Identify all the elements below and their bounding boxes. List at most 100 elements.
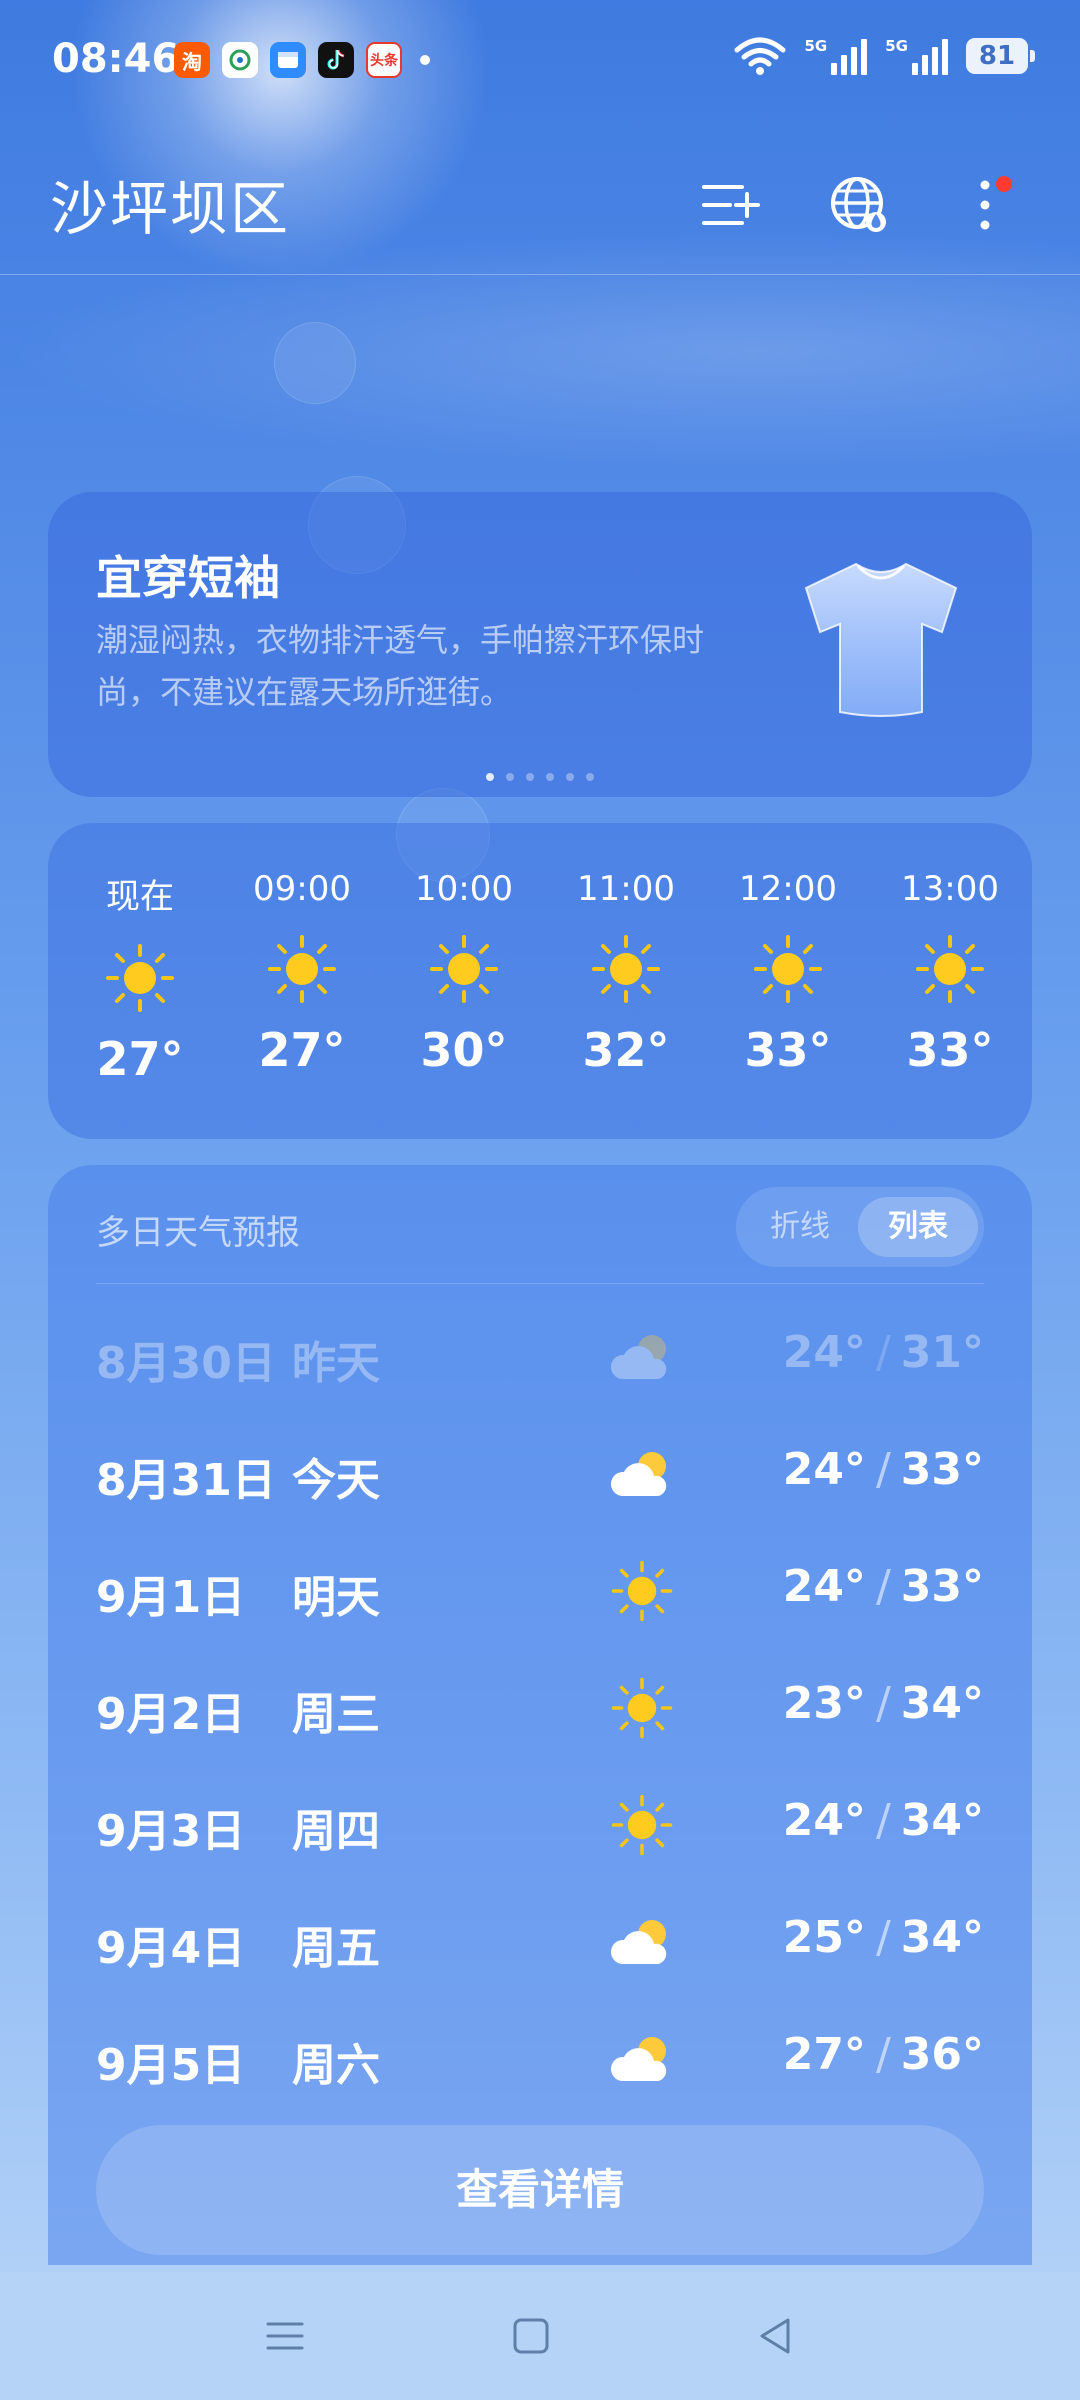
system-status-icons: 5G 5G 81 <box>733 36 1035 76</box>
daily-row[interactable]: 9月1日 明天 24°/33° <box>96 1551 984 1631</box>
daily-day: 昨天 <box>292 1338 380 1389</box>
tip-title: 宜穿短袖 <box>96 551 280 605</box>
hourly-item: 13:00 33° <box>890 869 1010 1077</box>
daily-row[interactable]: 9月3日 周四 24°/34° <box>96 1785 984 1865</box>
daily-date: 9月4日 <box>96 1923 246 1974</box>
clothing-tip-card[interactable]: 宜穿短袖 潮湿闷热，衣物排汗透气，手帕擦汗环保时尚，不建议在露天场所逛街。 <box>48 492 1032 797</box>
sun-icon <box>611 1794 673 1856</box>
home-square-icon <box>513 2318 549 2354</box>
more-vertical-icon <box>980 180 990 230</box>
view-details-button[interactable]: 查看详情 <box>96 2125 984 2255</box>
daily-row[interactable]: 8月30日 昨天 24°/31° <box>96 1317 984 1397</box>
wifi-icon <box>734 37 785 75</box>
hourly-time: 09:00 <box>253 869 351 909</box>
signal-bars-icon <box>831 39 868 75</box>
global-weather-button[interactable] <box>824 170 894 240</box>
daily-day: 周四 <box>292 1806 380 1857</box>
pager-dot <box>506 773 514 781</box>
daily-temp-range: 24°/33° <box>782 1561 984 1612</box>
status-bar: 08:46 淘 头条 5G 5G 81 <box>0 0 1080 120</box>
bokeh-orb <box>274 322 356 404</box>
hourly-item: 10:00 30° <box>404 869 524 1077</box>
hourly-temp: 27° <box>96 1032 184 1086</box>
daily-date: 9月1日 <box>96 1572 246 1623</box>
tip-pager <box>48 773 1032 781</box>
toutiao-icon: 头条 <box>366 42 402 78</box>
daily-temp-range: 24°/34° <box>782 1795 984 1846</box>
sun-icon <box>611 1677 673 1739</box>
system-navigation-bar <box>0 2272 1080 2400</box>
menu-icon <box>266 2322 304 2350</box>
partly-cloudy-icon <box>610 1335 667 1379</box>
pager-dot <box>526 773 534 781</box>
globe-icon <box>831 177 886 232</box>
nav-home-button[interactable] <box>501 2306 561 2366</box>
toggle-list-view[interactable]: 列表 <box>858 1197 978 1257</box>
sun-icon <box>916 935 984 1003</box>
daily-forecast-title: 多日天气预报 <box>96 1213 300 1253</box>
hourly-item: 12:00 33° <box>728 869 848 1077</box>
tshirt-icon <box>796 552 966 726</box>
nav-back-button[interactable] <box>746 2306 806 2366</box>
daily-row[interactable]: 8月31日 今天 24°/33° <box>96 1434 984 1514</box>
hourly-temp: 33° <box>906 1023 994 1077</box>
daily-temp-range: 27°/36° <box>782 2029 984 2080</box>
divider <box>96 1283 984 1284</box>
pager-dot <box>566 773 574 781</box>
manage-cities-button[interactable] <box>696 170 766 240</box>
pager-dot <box>586 773 594 781</box>
taobao-icon: 淘 <box>174 42 210 78</box>
hourly-item: 11:00 32° <box>566 869 686 1077</box>
hourly-time: 10:00 <box>415 869 513 909</box>
hourly-time: 13:00 <box>901 869 999 909</box>
daily-forecast-card: 多日天气预报 折线 列表 8月30日 昨天 24°/31° 8月31日 今天 2… <box>48 1165 1032 2265</box>
hourly-temp: 30° <box>420 1023 508 1077</box>
pager-dot <box>546 773 554 781</box>
hourly-time: 12:00 <box>739 869 837 909</box>
tiktok-icon <box>318 42 354 78</box>
signal-bars-icon <box>912 39 948 75</box>
daily-day: 周三 <box>292 1689 380 1740</box>
more-options-button[interactable] <box>950 170 1020 240</box>
daily-day: 周六 <box>292 2040 380 2091</box>
partly-cloudy-icon <box>610 1920 667 1964</box>
sun-icon <box>754 935 822 1003</box>
toggle-line-view[interactable]: 折线 <box>746 1197 854 1257</box>
battery-indicator: 81 <box>966 38 1035 74</box>
notification-app-icons: 淘 头条 <box>174 42 430 78</box>
hourly-item: 现在 27° <box>80 869 200 1086</box>
view-toggle: 折线 列表 <box>736 1187 984 1267</box>
signal-5g-2: 5G <box>885 37 948 75</box>
partly-cloudy-icon <box>610 1452 667 1496</box>
daily-date: 9月5日 <box>96 2040 246 2091</box>
daily-row[interactable]: 9月4日 周五 25°/34° <box>96 1902 984 1982</box>
daily-date: 8月30日 <box>96 1338 276 1389</box>
hourly-time: 11:00 <box>577 869 675 909</box>
daily-row[interactable]: 9月5日 周六 27°/36° <box>96 2019 984 2099</box>
daily-temp-range: 25°/34° <box>782 1912 984 1963</box>
daily-row[interactable]: 9月2日 周三 23°/34° <box>96 1668 984 1748</box>
back-triangle-icon <box>760 2318 790 2354</box>
status-time: 08:46 <box>52 36 180 82</box>
app-header: 沙坪坝区 <box>0 120 1080 275</box>
hourly-item: 09:00 27° <box>242 869 362 1077</box>
more-notifications-dot <box>420 55 430 65</box>
city-name[interactable]: 沙坪坝区 <box>50 162 290 246</box>
daily-date: 8月31日 <box>96 1455 276 1506</box>
message-app-icon <box>270 42 306 78</box>
hourly-forecast-card[interactable]: 现在 27° 09:00 27° 10:00 30° 11:00 32° 12:… <box>48 823 1032 1139</box>
daily-temp-range: 23°/34° <box>782 1678 984 1729</box>
daily-day: 今天 <box>292 1455 380 1506</box>
notification-badge <box>996 176 1012 192</box>
nav-menu-button[interactable] <box>255 2306 315 2366</box>
list-add-icon <box>702 185 760 225</box>
hourly-temp: 33° <box>744 1023 832 1077</box>
china-mobile-icon <box>222 42 258 78</box>
sun-icon <box>268 935 336 1003</box>
pager-dot-active <box>486 773 494 781</box>
daily-date: 9月2日 <box>96 1689 246 1740</box>
sun-icon <box>592 935 660 1003</box>
signal-5g-1: 5G <box>805 37 868 75</box>
daily-temp-range: 24°/33° <box>782 1444 984 1495</box>
sun-icon <box>430 935 498 1003</box>
